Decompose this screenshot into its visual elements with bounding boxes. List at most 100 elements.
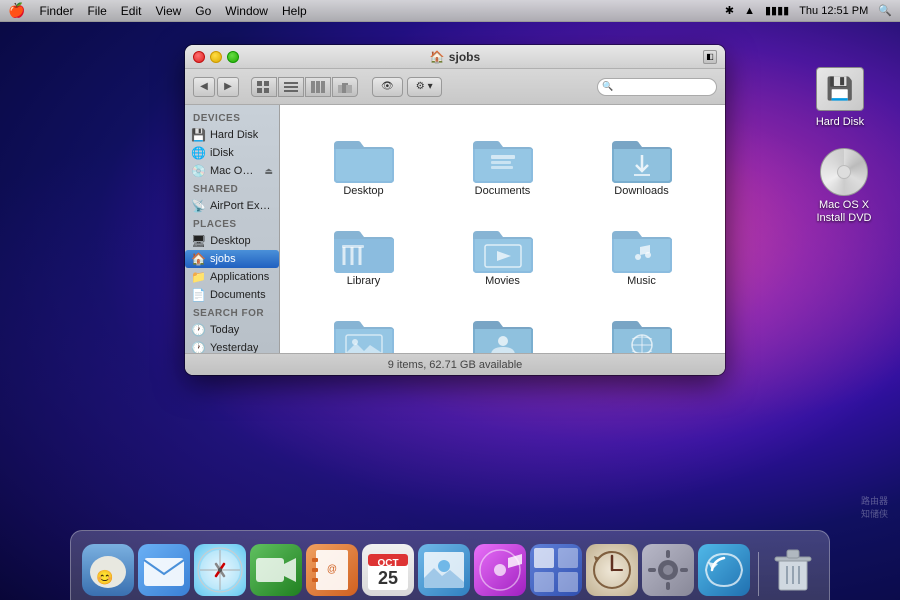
folder-icon-pictures: [332, 311, 396, 353]
menubar-finder[interactable]: Finder: [39, 4, 73, 18]
search-header: SEARCH FOR: [185, 304, 279, 321]
gear-icon: ⚙: [416, 81, 425, 92]
dock-item-trash[interactable]: [767, 544, 819, 596]
sidebar-toggle[interactable]: ◧: [703, 50, 717, 64]
downloads-folder-label: Downloads: [614, 185, 668, 197]
dvd-label: Mac OS X Install DVD: [804, 199, 884, 225]
airport-icon: 📡: [191, 199, 206, 213]
list-view-button[interactable]: [278, 77, 304, 97]
finder-title: 🏠 sjobs: [430, 50, 480, 64]
sidebar-item-documents[interactable]: 📄 Documents: [185, 286, 279, 304]
dock-item-ical[interactable]: OCT 25: [362, 544, 414, 596]
menubar-view[interactable]: View: [155, 4, 181, 18]
idisk-icon: 🌐: [191, 146, 206, 160]
macosx-label: Mac OS X I...: [210, 165, 261, 177]
dock-item-mail[interactable]: [138, 544, 190, 596]
dock-items: 😊: [70, 544, 831, 596]
window-title: sjobs: [449, 50, 480, 64]
folder-icon-public: [471, 311, 535, 353]
cover-flow-button[interactable]: [332, 77, 358, 97]
menubar-go[interactable]: Go: [195, 4, 211, 18]
addressbook-dock-icon: @: [306, 544, 358, 596]
harddisk-icon: 💾: [191, 128, 206, 142]
folder-item-desktop[interactable]: Desktop: [298, 123, 429, 205]
maximize-button[interactable]: [227, 51, 239, 63]
spotlight-icon[interactable]: 🔍: [878, 4, 892, 17]
eject-icon[interactable]: ⏏: [264, 166, 273, 177]
hard-disk-desktop-icon[interactable]: 💾 Hard Disk: [800, 65, 880, 129]
watermark: 路由器 知储侠: [861, 494, 888, 520]
sidebar-item-macosx[interactable]: 💿 Mac OS X I... ⏏: [185, 162, 279, 180]
sidebar-item-desktop[interactable]: 🖥 Desktop: [185, 232, 279, 250]
yesterday-label: Yesterday: [210, 342, 259, 353]
sidebar-item-sjobs[interactable]: 🏠 sjobs: [185, 250, 279, 268]
folder-item-public[interactable]: Public: [437, 303, 568, 353]
folder-item-downloads[interactable]: Downloads: [576, 123, 707, 205]
dvd-icon-image: [820, 148, 868, 196]
dock-item-spaces[interactable]: [530, 544, 582, 596]
clock: Thu 12:51 PM: [799, 5, 868, 17]
menubar-window[interactable]: Window: [225, 4, 268, 18]
dock-item-timemachine[interactable]: [586, 544, 638, 596]
facetime-dock-icon: [250, 544, 302, 596]
folder-icon-desktop: [332, 131, 396, 185]
dock-item-finder[interactable]: 😊: [82, 544, 134, 596]
trash-dock-icon: [767, 544, 819, 596]
timemachine-dock-icon: [586, 544, 638, 596]
icon-view-button[interactable]: [251, 77, 277, 97]
sidebar-item-idisk[interactable]: 🌐 iDisk: [185, 144, 279, 162]
devices-header: DEVICES: [185, 109, 279, 126]
sidebar-item-applications[interactable]: 📁 Applications: [185, 268, 279, 286]
folder-icon-music: [610, 221, 674, 275]
svg-text:@: @: [326, 564, 336, 575]
dock-item-safari[interactable]: [194, 544, 246, 596]
svg-text:25: 25: [377, 568, 397, 588]
dock-item-itunes[interactable]: [474, 544, 526, 596]
sysprefs-dock-icon: [642, 544, 694, 596]
folder-item-sites[interactable]: Sites: [576, 303, 707, 353]
column-view-button[interactable]: [305, 77, 331, 97]
folder-item-music[interactable]: Music: [576, 213, 707, 295]
yesterday-icon: 🕐: [191, 341, 206, 353]
finder-body: DEVICES 💾 Hard Disk 🌐 iDisk 💿 Mac OS X I…: [185, 105, 725, 353]
folder-item-library[interactable]: Library: [298, 213, 429, 295]
shared-header: SHARED: [185, 180, 279, 197]
folder-item-pictures[interactable]: Pictures: [298, 303, 429, 353]
gear-action-button[interactable]: ⚙ ▾: [407, 77, 442, 97]
dvd-shape: [820, 148, 868, 196]
folder-item-documents[interactable]: Documents: [437, 123, 568, 205]
battery-indicator: ▮▮▮▮: [765, 4, 789, 17]
dock-item-facetime[interactable]: [250, 544, 302, 596]
safari-dock-icon: [194, 544, 246, 596]
menubar-edit[interactable]: Edit: [121, 4, 142, 18]
dock-item-addressbook[interactable]: @: [306, 544, 358, 596]
menubar-file[interactable]: File: [87, 4, 106, 18]
back-button[interactable]: ◀: [193, 77, 215, 97]
window-controls-right: ◧: [703, 50, 717, 64]
sidebar-item-hardisk[interactable]: 💾 Hard Disk: [185, 126, 279, 144]
dvd-desktop-icon[interactable]: Mac OS X Install DVD: [804, 148, 884, 225]
minimize-button[interactable]: [210, 51, 222, 63]
documents-label: Documents: [210, 289, 266, 301]
menubar-help[interactable]: Help: [282, 4, 307, 18]
sjobs-label: sjobs: [210, 253, 236, 265]
dock-item-softwareupdate[interactable]: [698, 544, 750, 596]
eye-action-button[interactable]: 👁: [372, 77, 403, 97]
desktop-folder-label: Desktop: [343, 185, 383, 197]
today-label: Today: [210, 324, 239, 336]
gear-chevron: ▾: [428, 81, 433, 92]
sidebar-item-yesterday[interactable]: 🕐 Yesterday: [185, 339, 279, 353]
sidebar-item-today[interactable]: 🕐 Today: [185, 321, 279, 339]
dock-item-iphoto[interactable]: [418, 544, 470, 596]
menubar-left: 🍎 Finder File Edit View Go Window Help: [8, 2, 307, 19]
folder-item-movies[interactable]: Movies: [437, 213, 568, 295]
close-button[interactable]: [193, 51, 205, 63]
search-input[interactable]: [597, 78, 717, 96]
macosx-install-icon: 💿: [191, 164, 206, 178]
sidebar-item-airport[interactable]: 📡 AirPort Extreme: [185, 197, 279, 215]
finder-dock-icon: 😊: [82, 544, 134, 596]
dock-item-sysprefs[interactable]: [642, 544, 694, 596]
harddisk-label: Hard Disk: [210, 129, 258, 141]
apple-menu[interactable]: 🍎: [8, 2, 25, 19]
forward-button[interactable]: ▶: [217, 77, 239, 97]
